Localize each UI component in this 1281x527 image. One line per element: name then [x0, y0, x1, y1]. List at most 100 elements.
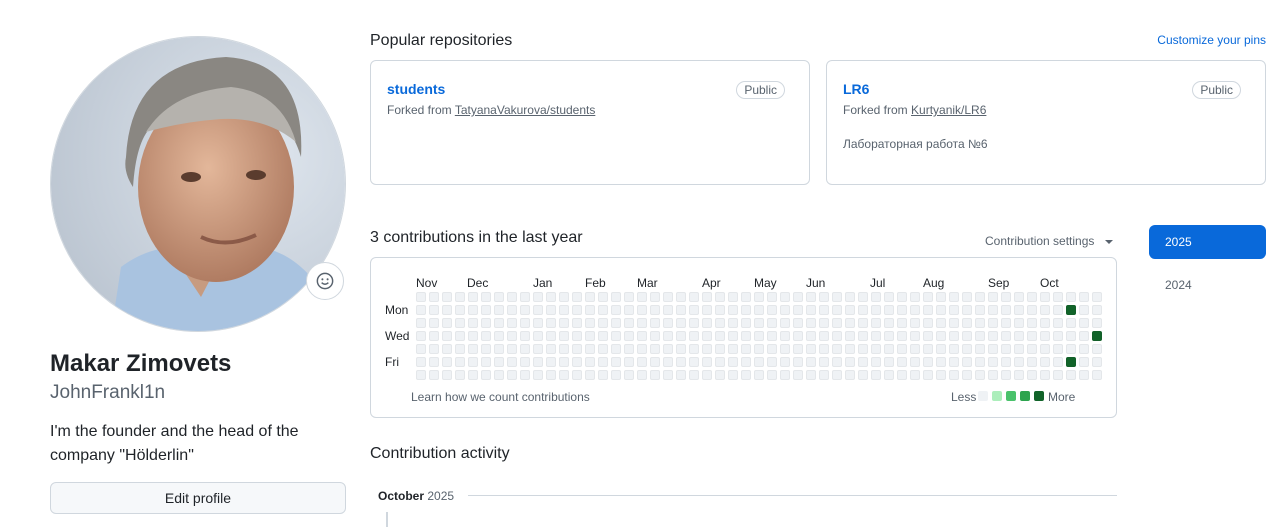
contribution-day[interactable] — [624, 370, 634, 380]
contribution-day[interactable] — [442, 292, 452, 302]
contribution-day[interactable] — [728, 370, 738, 380]
contribution-day[interactable] — [702, 370, 712, 380]
contribution-day[interactable] — [598, 370, 608, 380]
contribution-day[interactable] — [1027, 305, 1037, 315]
contribution-day[interactable] — [520, 305, 530, 315]
contribution-day[interactable] — [481, 357, 491, 367]
contribution-day[interactable] — [455, 370, 465, 380]
contribution-day[interactable] — [884, 344, 894, 354]
contribution-day[interactable] — [858, 344, 868, 354]
contribution-day[interactable] — [546, 344, 556, 354]
contribution-day[interactable] — [546, 357, 556, 367]
contribution-day[interactable] — [429, 344, 439, 354]
contribution-day[interactable] — [1053, 370, 1063, 380]
contribution-day[interactable] — [507, 370, 517, 380]
contribution-day[interactable] — [910, 292, 920, 302]
contribution-day[interactable] — [1092, 344, 1102, 354]
contribution-day[interactable] — [702, 357, 712, 367]
contribution-day[interactable] — [559, 318, 569, 328]
contribution-day[interactable] — [936, 292, 946, 302]
contribution-day[interactable] — [637, 305, 647, 315]
contribution-day[interactable] — [1001, 331, 1011, 341]
contribution-day[interactable] — [949, 357, 959, 367]
contribution-day[interactable] — [494, 318, 504, 328]
contribution-day[interactable] — [442, 318, 452, 328]
contribution-day[interactable] — [663, 292, 673, 302]
contribution-day[interactable] — [676, 292, 686, 302]
contribution-day[interactable] — [780, 331, 790, 341]
contribution-day[interactable] — [988, 318, 998, 328]
contribution-day[interactable] — [1079, 370, 1089, 380]
contribution-day[interactable] — [910, 370, 920, 380]
contribution-day[interactable] — [598, 331, 608, 341]
contribution-day[interactable] — [793, 357, 803, 367]
contribution-day[interactable] — [663, 357, 673, 367]
contribution-day[interactable] — [416, 357, 426, 367]
contribution-day[interactable] — [793, 331, 803, 341]
contribution-day[interactable] — [884, 370, 894, 380]
contribution-day[interactable] — [858, 292, 868, 302]
contribution-day[interactable] — [793, 370, 803, 380]
contribution-day[interactable] — [676, 305, 686, 315]
contribution-day[interactable] — [1040, 331, 1050, 341]
contribution-day[interactable] — [598, 292, 608, 302]
contribution-day[interactable] — [767, 357, 777, 367]
contribution-day[interactable] — [1001, 370, 1011, 380]
contribution-day[interactable] — [767, 318, 777, 328]
contribution-day[interactable] — [819, 292, 829, 302]
contribution-day[interactable] — [442, 370, 452, 380]
contribution-day[interactable] — [923, 305, 933, 315]
contribution-day[interactable] — [871, 331, 881, 341]
contribution-day[interactable] — [689, 331, 699, 341]
contribution-day[interactable] — [572, 357, 582, 367]
contribution-day[interactable] — [546, 292, 556, 302]
contribution-day[interactable] — [481, 318, 491, 328]
contribution-day[interactable] — [442, 344, 452, 354]
contribution-day[interactable] — [520, 357, 530, 367]
contribution-day[interactable] — [416, 370, 426, 380]
contribution-day[interactable] — [715, 344, 725, 354]
contribution-day[interactable] — [962, 370, 972, 380]
contribution-day[interactable] — [871, 370, 881, 380]
set-status-button[interactable] — [306, 262, 344, 300]
contribution-day[interactable] — [949, 318, 959, 328]
contribution-day[interactable] — [533, 370, 543, 380]
contribution-day[interactable] — [910, 357, 920, 367]
contribution-day[interactable] — [624, 292, 634, 302]
contribution-day[interactable] — [585, 357, 595, 367]
contribution-day[interactable] — [468, 305, 478, 315]
contribution-day[interactable] — [949, 292, 959, 302]
contribution-day[interactable] — [507, 318, 517, 328]
contribution-day[interactable] — [936, 318, 946, 328]
repo-name-link[interactable]: students — [387, 81, 445, 97]
contribution-day[interactable] — [923, 331, 933, 341]
contribution-day[interactable] — [884, 331, 894, 341]
contribution-day[interactable] — [611, 331, 621, 341]
contribution-day[interactable] — [1014, 331, 1024, 341]
contribution-day[interactable] — [728, 292, 738, 302]
contribution-day[interactable] — [1014, 357, 1024, 367]
contribution-day[interactable] — [975, 292, 985, 302]
contribution-day[interactable] — [533, 357, 543, 367]
contribution-day[interactable] — [780, 292, 790, 302]
contribution-day[interactable] — [481, 370, 491, 380]
contribution-day[interactable] — [637, 370, 647, 380]
contribution-day[interactable] — [585, 370, 595, 380]
contribution-day[interactable] — [793, 292, 803, 302]
contribution-day[interactable] — [650, 344, 660, 354]
contribution-day[interactable] — [988, 292, 998, 302]
contribution-day[interactable] — [819, 318, 829, 328]
contribution-day[interactable] — [611, 292, 621, 302]
contribution-day[interactable] — [910, 344, 920, 354]
contribution-day[interactable] — [455, 344, 465, 354]
contribution-day[interactable] — [598, 344, 608, 354]
contribution-day[interactable] — [572, 318, 582, 328]
contribution-day[interactable] — [676, 344, 686, 354]
contribution-day[interactable] — [507, 357, 517, 367]
contribution-day[interactable] — [806, 331, 816, 341]
contribution-day[interactable] — [416, 344, 426, 354]
contribution-day[interactable] — [845, 331, 855, 341]
contribution-day[interactable] — [468, 331, 478, 341]
contribution-day[interactable] — [520, 318, 530, 328]
contribution-day[interactable] — [832, 318, 842, 328]
